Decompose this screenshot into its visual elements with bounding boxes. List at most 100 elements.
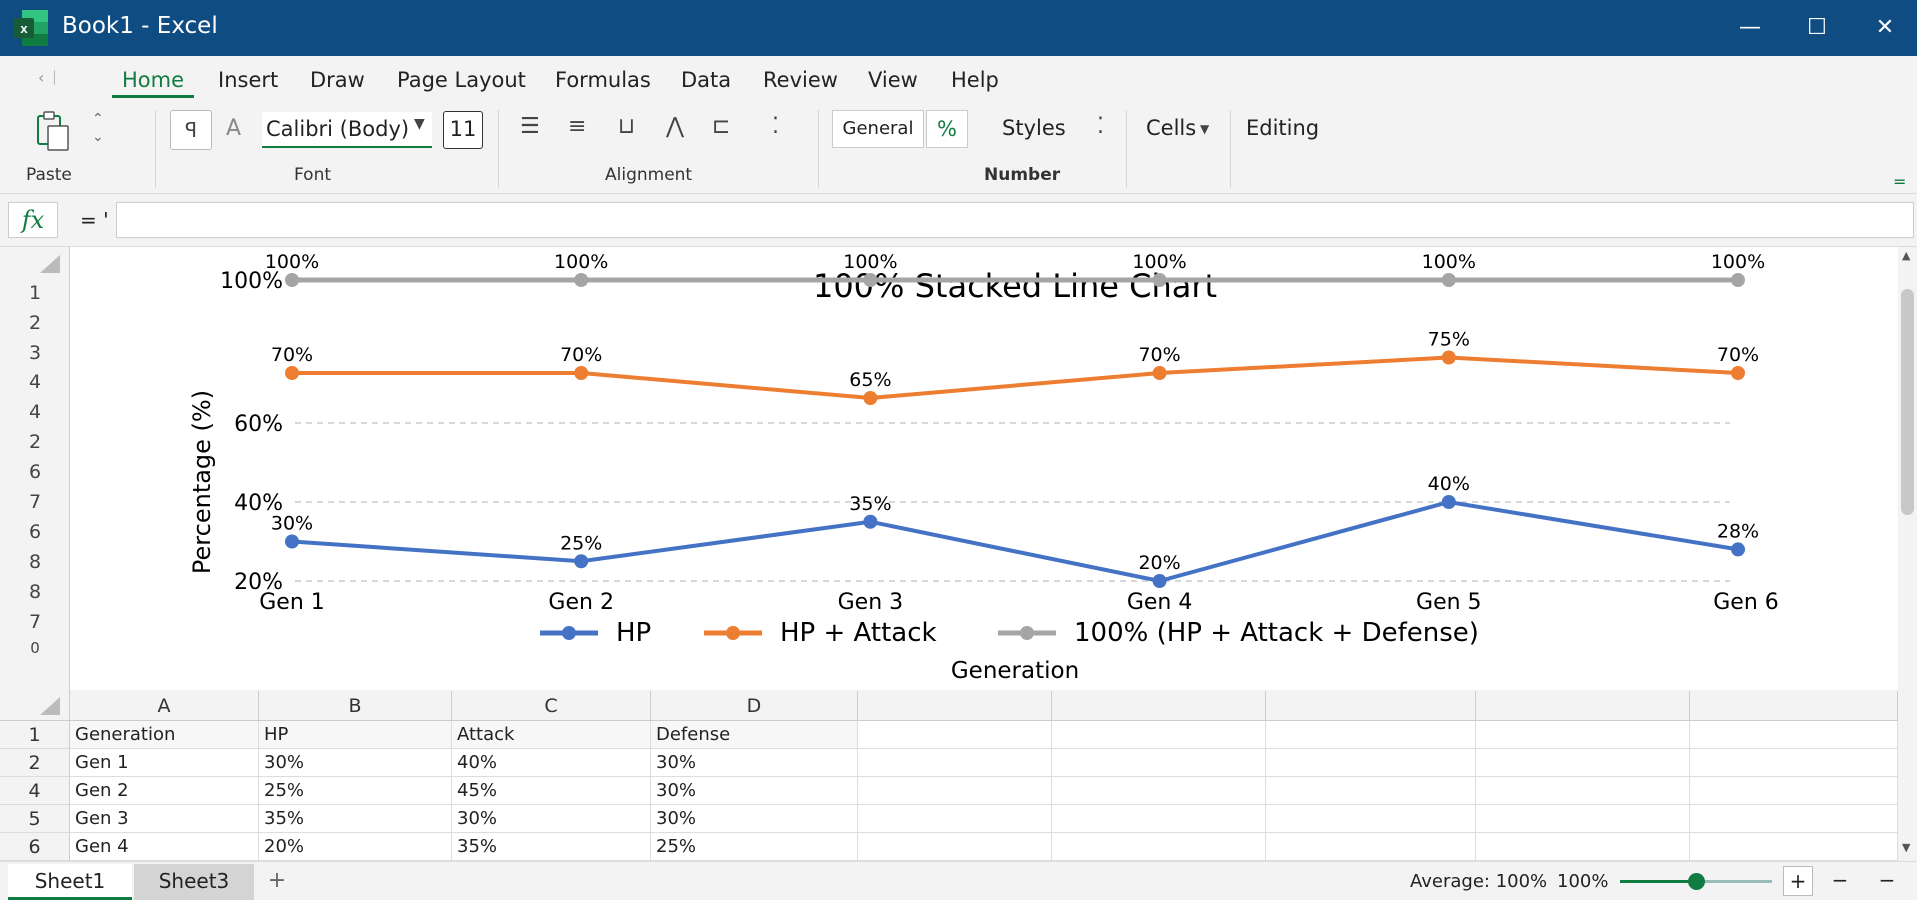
scroll-down-icon[interactable]: ▼ [1902,841,1910,854]
tab-insert[interactable]: Insert [218,66,278,98]
grid-cell[interactable]: 30% [259,749,452,777]
row-header[interactable]: 8 [0,551,70,573]
zoom-out-button[interactable]: − [1825,866,1855,896]
column-header[interactable] [1476,691,1690,721]
column-header[interactable] [858,691,1052,721]
grid-cell[interactable] [1690,721,1898,749]
wrap-text-icon[interactable]: ⊔ [618,114,635,139]
column-header-a[interactable]: A [70,691,259,721]
row-header[interactable]: 7 [0,611,70,633]
grid-cell[interactable] [1052,749,1266,777]
number-format-field[interactable]: General [832,110,924,148]
data-point[interactable] [1152,366,1167,380]
font-style-icon[interactable]: A [226,116,241,141]
grid-cell[interactable] [858,721,1052,749]
tab-data[interactable]: Data [681,66,731,98]
column-header[interactable] [1266,691,1476,721]
grid-cell[interactable] [1266,777,1476,805]
data-point[interactable] [574,273,589,287]
data-point[interactable] [1441,350,1456,365]
column-header-c[interactable]: C [452,691,651,721]
grid-cell[interactable] [1266,833,1476,861]
quick-access-icon[interactable]: ‹ ᛁ [38,68,59,87]
row-header[interactable]: 0 [0,639,70,657]
row-header[interactable]: 1 [0,282,70,304]
row-header[interactable]: 4 [0,371,70,393]
grid-cell[interactable]: 25% [651,833,858,861]
chevron-down-icon[interactable]: ▼ [414,116,425,132]
grid-cell[interactable]: Defense [651,721,858,749]
grid-cell[interactable]: HP [259,721,452,749]
tab-draw[interactable]: Draw [310,66,365,98]
grid-cell[interactable]: Gen 3 [70,805,259,833]
column-header-d[interactable]: D [651,691,858,721]
ribbon-collapse-icon[interactable]: = [1893,172,1906,191]
data-point[interactable] [574,366,589,380]
row-header[interactable]: 4 [0,777,70,805]
zoom-percent[interactable]: 100% [1557,871,1608,892]
data-point[interactable] [863,514,878,529]
sheet-tab-sheet1[interactable]: Sheet1 [8,864,132,900]
grid-cell[interactable] [1052,805,1266,833]
select-all-corner[interactable] [0,691,70,721]
grid-cell[interactable]: Gen 4 [70,833,259,861]
row-header[interactable]: 1 [0,721,70,749]
grid-cell[interactable] [1266,805,1476,833]
grid-cell[interactable]: 35% [452,833,651,861]
data-point[interactable] [1441,495,1456,509]
grid-cell[interactable]: Gen 2 [70,777,259,805]
grid-cell[interactable] [1476,805,1690,833]
font-size-field[interactable]: 11 [443,111,483,149]
data-point[interactable] [1152,574,1167,588]
minimize-button[interactable]: — [1730,10,1770,46]
grid-cell[interactable] [1052,721,1266,749]
tab-page-layout[interactable]: Page Layout [397,66,526,98]
grid-cell[interactable] [1690,805,1898,833]
indent-icon[interactable]: ☰ [520,114,540,139]
data-point[interactable] [285,534,299,549]
grid-cell[interactable] [1266,721,1476,749]
column-header[interactable] [1690,691,1898,721]
select-all-icon[interactable] [40,697,60,715]
data-point[interactable] [1731,273,1745,287]
data-point[interactable] [1731,542,1745,557]
grid-cell[interactable] [858,833,1052,861]
zoom-in-button[interactable]: + [1783,866,1813,896]
column-header[interactable] [1052,691,1266,721]
grid-cell[interactable] [1690,749,1898,777]
data-point[interactable] [863,273,878,287]
grid-cell[interactable] [1052,833,1266,861]
select-all-icon[interactable] [40,255,60,273]
grid-cell[interactable] [1266,749,1476,777]
grid-cell[interactable] [1476,721,1690,749]
tab-view[interactable]: View [868,66,918,98]
formula-input[interactable] [116,202,1914,238]
paste-icon[interactable] [32,110,74,154]
percent-style-button[interactable]: % [926,110,968,148]
row-header[interactable]: 2 [0,431,70,453]
data-point[interactable] [574,554,589,569]
grid-cell[interactable] [858,777,1052,805]
row-header[interactable]: 8 [0,581,70,603]
cells-button[interactable]: Cells [1146,116,1196,140]
row-header[interactable]: 3 [0,342,70,364]
grid-cell[interactable]: 30% [651,805,858,833]
grid-cell[interactable]: 35% [259,805,452,833]
add-sheet-button[interactable]: + [262,864,292,900]
more-options-icon[interactable]: ⁚ [772,114,779,139]
row-header[interactable]: 6 [0,461,70,483]
vertical-scrollbar[interactable]: ▼ [1898,691,1917,861]
grid-cell[interactable] [858,749,1052,777]
grid-cell[interactable]: 30% [651,749,858,777]
row-header[interactable]: 2 [0,312,70,334]
row-header[interactable]: 5 [0,805,70,833]
data-point[interactable] [1731,366,1745,380]
merge-icon[interactable]: ⊏ [712,114,730,139]
tab-review[interactable]: Review [763,66,838,98]
grid-cell[interactable]: Attack [452,721,651,749]
font-name-field[interactable]: Calibri (Body) [262,112,432,148]
orientation-icon[interactable]: ⋀ [666,114,684,139]
data-point[interactable] [285,366,299,380]
grid-cell[interactable]: Generation [70,721,259,749]
tab-home[interactable]: Home [112,66,195,98]
